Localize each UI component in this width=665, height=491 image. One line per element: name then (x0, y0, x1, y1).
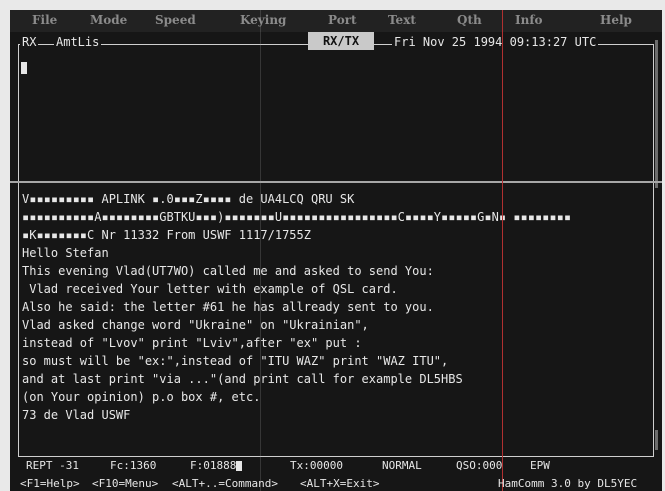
text-line: so must will be "ex:",instead of "ITU WA… (22, 354, 449, 368)
tab-amtlist[interactable]: AmtLis (54, 35, 102, 51)
tab-amtlist-label: AmtLis (56, 35, 100, 49)
text-line: (on Your opinion) p.o box #, etc. (22, 390, 261, 404)
text-line: Vlad asked change word "Ukraine" on "Ukr… (22, 318, 369, 332)
guide-line-red (502, 10, 503, 491)
tab-rx[interactable]: RX (20, 35, 39, 51)
text-line: Also he said: the letter #61 he has allr… (22, 300, 434, 314)
hint-command[interactable]: <ALT+..=Command> (172, 477, 278, 490)
status-mode: NORMAL (382, 459, 422, 472)
text-line: and at last print "via ..."(and print ca… (22, 372, 463, 386)
key-hints-bar: <F1=Help> <F10=Menu> <ALT+..=Command> <A… (10, 474, 662, 491)
clock-display: Fri Nov 25 1994 09:13:27 UTC (392, 35, 599, 49)
menu-bar: File Mode Speed Keying Port Text Qth Inf… (10, 10, 662, 32)
menu-help[interactable]: Help (600, 13, 632, 27)
hint-menu[interactable]: <F10=Menu> (92, 477, 158, 490)
text-line: ▪K▪▪▪▪▪▪▪C Nr 11332 From USWF 1117/1755Z (22, 228, 311, 242)
status-fc: Fc:1360 (110, 459, 157, 472)
hint-exit[interactable]: <ALT+X=Exit> (300, 477, 379, 490)
rx-scrollbar[interactable] (655, 40, 658, 188)
terminal-screen: File Mode Speed Keying Port Text Qth Inf… (10, 10, 662, 491)
guide-line (260, 10, 261, 491)
text-line: Hello Stefan (22, 246, 109, 260)
status-rept: REPT -31 (26, 459, 79, 472)
hint-help[interactable]: <F1=Help> (20, 477, 80, 490)
status-qso: QSO:000 (456, 459, 503, 472)
status-f-value: F:01888 (190, 459, 237, 472)
window-title: RX/TX (308, 32, 374, 50)
frequency-cursor (236, 461, 243, 471)
status-tx: Tx:00000 (290, 459, 343, 472)
menu-qth[interactable]: Qth (457, 13, 482, 27)
menu-speed[interactable]: Speed (155, 13, 196, 27)
menu-port[interactable]: Port (328, 13, 357, 27)
tx-scrollbar[interactable] (655, 430, 658, 450)
text-line: instead of "Lvov" print "Lviv",after "ex… (22, 336, 362, 350)
menu-info[interactable]: Info (515, 13, 543, 27)
text-line: ▪▪▪▪▪▪▪▪▪▪A▪▪▪▪▪▪▪▪GBTKU▪▪▪)▪▪▪▪▪▪▪U▪▪▪▪… (22, 210, 572, 224)
panel-separator[interactable] (10, 181, 662, 183)
status-bar: REPT -31 Fc:1360 F:01888 Tx:00000 NORMAL… (10, 456, 662, 474)
menu-keying[interactable]: Keying (240, 13, 286, 27)
menu-file[interactable]: File (32, 13, 57, 27)
text-line: This evening Vlad(UT7WO) called me and a… (22, 264, 434, 278)
tab-rx-label: RX (22, 35, 37, 49)
text-line: 73 de Vlad USWF (22, 408, 131, 422)
text-line: V▪▪▪▪▪▪▪▪▪ APLINK ▪.0▪▪▪Z▪▪▪▪ de UA4LCQ … (22, 192, 355, 206)
text-line: Vlad received Your letter with example o… (22, 282, 398, 296)
menu-text[interactable]: Text (388, 13, 416, 27)
status-epw: EPW (530, 459, 550, 472)
menu-mode[interactable]: Mode (90, 13, 127, 27)
rx-cursor (21, 62, 27, 74)
status-f: F:01888 (190, 459, 243, 472)
program-credit: HamComm 3.0 by DL5YEC (498, 477, 638, 490)
